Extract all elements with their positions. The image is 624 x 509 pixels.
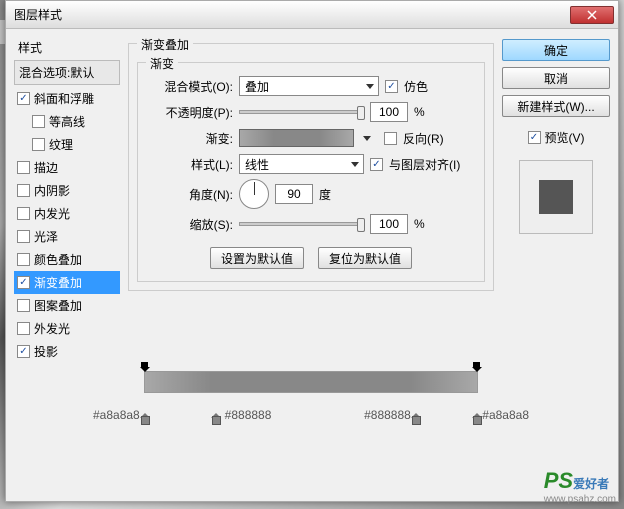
inner-title: 渐变	[146, 55, 178, 72]
style-item[interactable]: 内阴影	[14, 179, 120, 202]
opacity-unit: %	[414, 105, 425, 119]
align-label: 与图层对齐(I)	[389, 156, 460, 173]
opacity-slider[interactable]	[239, 110, 364, 114]
style-label: 样式(L):	[148, 156, 233, 173]
style-checkbox[interactable]	[17, 184, 30, 197]
style-label: 图案叠加	[34, 297, 82, 314]
close-button[interactable]	[570, 6, 614, 24]
blend-mode-label: 混合模式(O):	[148, 78, 233, 95]
gradient-preview[interactable]	[239, 129, 354, 147]
style-item[interactable]: 内发光	[14, 202, 120, 225]
opacity-stop[interactable]	[140, 362, 150, 372]
style-label: 渐变叠加	[34, 274, 82, 291]
style-label: 内阴影	[34, 182, 70, 199]
hex-label: #888888	[364, 408, 411, 422]
style-label: 斜面和浮雕	[34, 90, 94, 107]
style-item[interactable]: 等高线	[14, 110, 120, 133]
opacity-label: 不透明度(P):	[148, 104, 233, 121]
preview-swatch	[539, 180, 573, 214]
cancel-button[interactable]: 取消	[502, 67, 610, 89]
style-label: 内发光	[34, 205, 70, 222]
layer-style-dialog: 图层样式 样式 混合选项:默认 斜面和浮雕等高线纹理描边内阴影内发光光泽颜色叠加…	[5, 0, 619, 502]
opacity-stop[interactable]	[472, 362, 482, 372]
style-select[interactable]: 线性	[239, 154, 364, 174]
dither-label: 仿色	[404, 78, 428, 95]
color-stop[interactable]	[411, 413, 421, 423]
style-label: 描边	[34, 159, 58, 176]
angle-unit: 度	[319, 186, 331, 203]
gradient-overlay-group: 渐变叠加 渐变 混合模式(O): 叠加 仿色 不透明度(P): 100 %	[128, 43, 494, 291]
styles-panel: 样式 混合选项:默认 斜面和浮雕等高线纹理描边内阴影内发光光泽颜色叠加渐变叠加图…	[14, 37, 120, 493]
style-checkbox[interactable]	[17, 345, 30, 358]
style-checkbox[interactable]	[17, 92, 30, 105]
style-item[interactable]: 外发光	[14, 317, 120, 340]
styles-label: 样式	[14, 37, 120, 58]
style-item[interactable]: 渐变叠加	[14, 271, 120, 294]
scale-label: 缩放(S):	[148, 216, 233, 233]
preview-checkbox[interactable]	[528, 131, 541, 144]
gradient-settings: 渐变 混合模式(O): 叠加 仿色 不透明度(P): 100 %	[137, 62, 485, 282]
new-style-button[interactable]: 新建样式(W)...	[502, 95, 610, 117]
reverse-label: 反向(R)	[403, 130, 444, 147]
group-title: 渐变叠加	[137, 36, 193, 53]
color-stop[interactable]	[472, 413, 482, 423]
style-item[interactable]: 斜面和浮雕	[14, 87, 120, 110]
align-checkbox[interactable]	[370, 158, 383, 171]
preview-box	[519, 160, 593, 234]
style-label: 纹理	[49, 136, 73, 153]
style-checkbox[interactable]	[17, 276, 30, 289]
style-item[interactable]: 纹理	[14, 133, 120, 156]
style-checkbox[interactable]	[17, 230, 30, 243]
style-label: 颜色叠加	[34, 251, 82, 268]
blend-options-default[interactable]: 混合选项:默认	[14, 60, 120, 85]
color-stop[interactable]	[211, 413, 221, 423]
scale-slider[interactable]	[239, 222, 364, 226]
style-checkbox[interactable]	[32, 138, 45, 151]
style-item[interactable]: 颜色叠加	[14, 248, 120, 271]
reset-default-button[interactable]: 复位为默认值	[318, 247, 412, 269]
angle-value[interactable]: 90	[275, 184, 313, 204]
blend-mode-select[interactable]: 叠加	[239, 76, 379, 96]
hex-label: #888888	[225, 408, 272, 422]
title-bar[interactable]: 图层样式	[6, 1, 618, 29]
dialog-title: 图层样式	[10, 6, 570, 23]
gradient-editor: #a8a8a8 #888888 #888888 #a8a8a8	[136, 365, 486, 393]
style-checkbox[interactable]	[17, 253, 30, 266]
hex-label: #a8a8a8	[482, 408, 529, 422]
style-item[interactable]: 描边	[14, 156, 120, 179]
dither-checkbox[interactable]	[385, 80, 398, 93]
style-checkbox[interactable]	[17, 161, 30, 174]
preview-label: 预览(V)	[545, 129, 585, 146]
style-label: 外发光	[34, 320, 70, 337]
style-checkbox[interactable]	[17, 207, 30, 220]
style-list: 斜面和浮雕等高线纹理描边内阴影内发光光泽颜色叠加渐变叠加图案叠加外发光投影	[14, 87, 120, 363]
gradient-bar[interactable]: #a8a8a8 #888888 #888888 #a8a8a8	[144, 371, 478, 393]
action-panel: 确定 取消 新建样式(W)... 预览(V)	[502, 37, 610, 493]
style-label: 投影	[34, 343, 58, 360]
opacity-value[interactable]: 100	[370, 102, 408, 122]
gradient-label: 渐变:	[148, 130, 233, 147]
style-item[interactable]: 光泽	[14, 225, 120, 248]
style-checkbox[interactable]	[17, 299, 30, 312]
color-stop[interactable]	[140, 413, 150, 423]
watermark: PS爱好者 www.psahz.com	[544, 468, 616, 505]
scale-value[interactable]: 100	[370, 214, 408, 234]
scale-unit: %	[414, 217, 425, 231]
style-item[interactable]: 投影	[14, 340, 120, 363]
close-icon	[587, 10, 597, 20]
angle-label: 角度(N):	[148, 186, 233, 203]
hex-label: #a8a8a8	[93, 408, 140, 422]
reverse-checkbox[interactable]	[384, 132, 397, 145]
style-checkbox[interactable]	[32, 115, 45, 128]
style-checkbox[interactable]	[17, 322, 30, 335]
settings-panel: 渐变叠加 渐变 混合模式(O): 叠加 仿色 不透明度(P): 100 %	[128, 37, 494, 493]
style-item[interactable]: 图案叠加	[14, 294, 120, 317]
style-label: 等高线	[49, 113, 85, 130]
set-default-button[interactable]: 设置为默认值	[210, 247, 304, 269]
style-label: 光泽	[34, 228, 58, 245]
ok-button[interactable]: 确定	[502, 39, 610, 61]
angle-dial[interactable]	[239, 179, 269, 209]
